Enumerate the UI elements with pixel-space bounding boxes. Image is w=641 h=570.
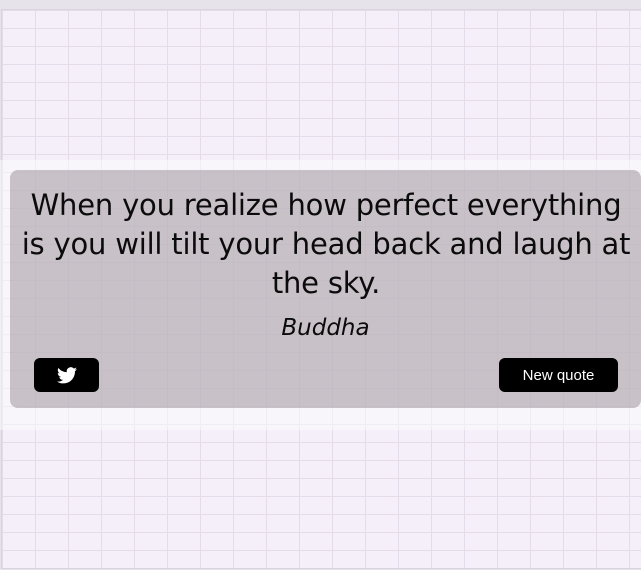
- tweet-button[interactable]: [34, 358, 99, 392]
- twitter-icon: [56, 366, 77, 384]
- quote-author: Buddha: [281, 315, 370, 341]
- new-quote-button[interactable]: New quote: [499, 358, 618, 392]
- quote-text: When you realize how perfect everything …: [21, 188, 631, 300]
